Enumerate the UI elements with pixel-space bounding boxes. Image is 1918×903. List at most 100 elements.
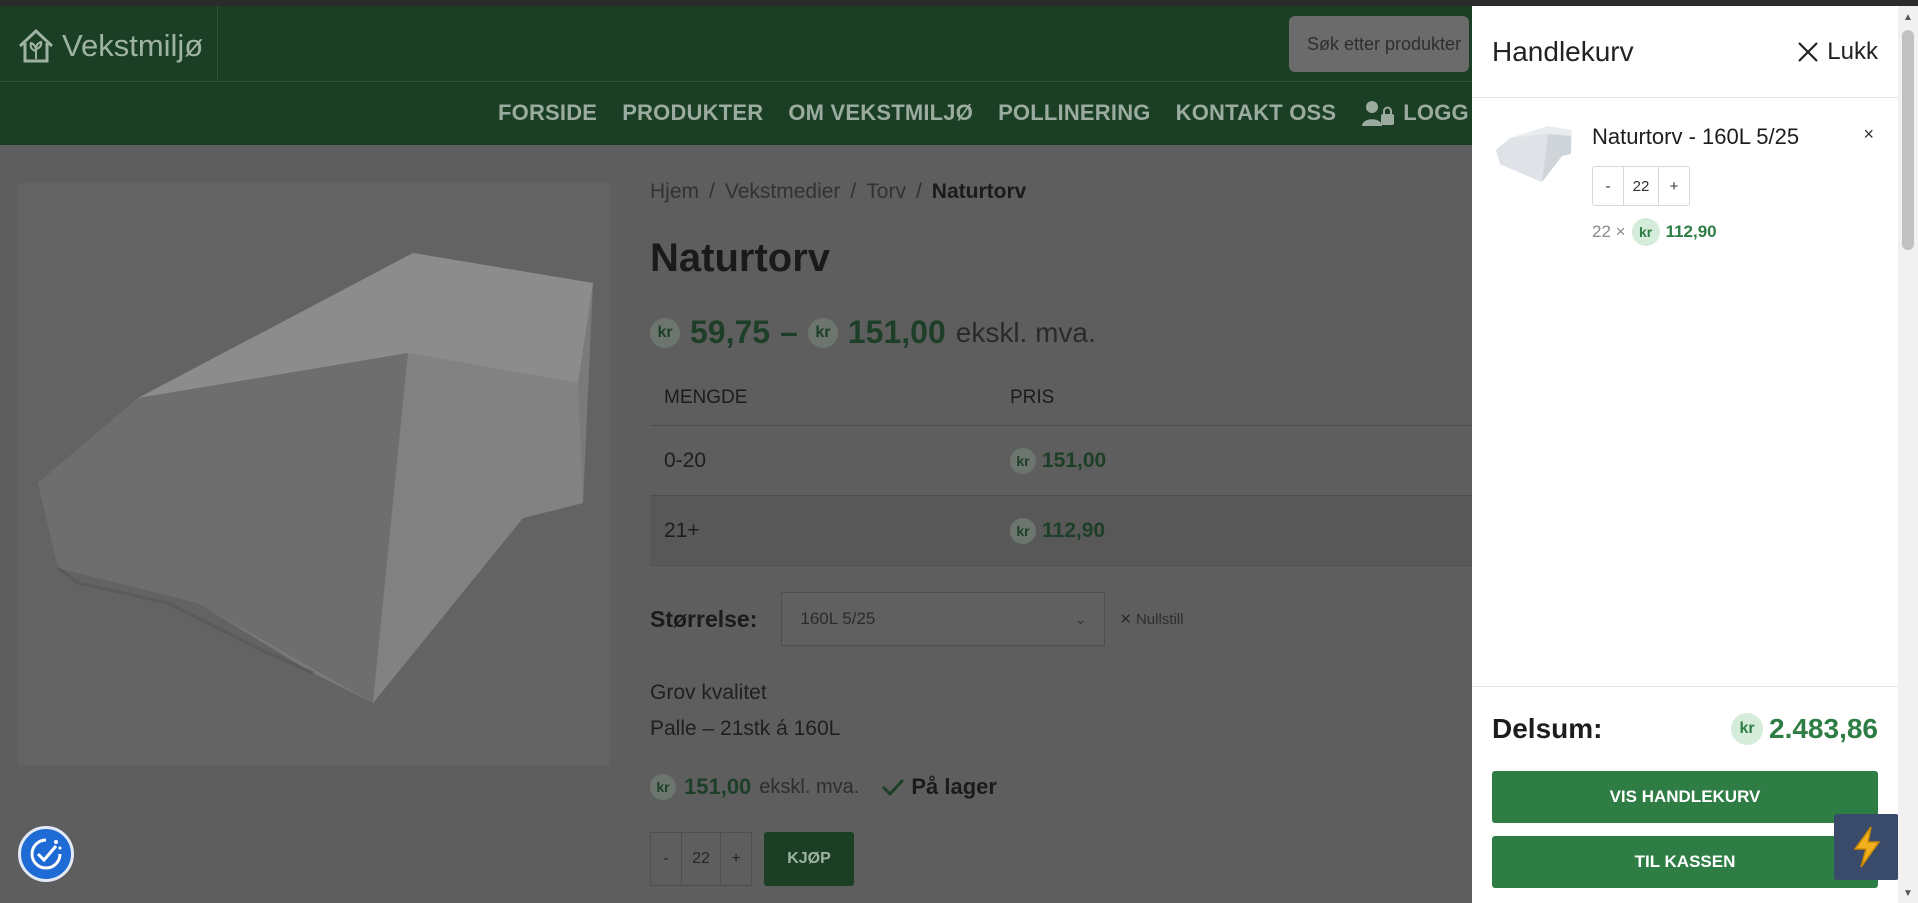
lightning-icon (1853, 826, 1880, 868)
cart-quantity-input[interactable]: 22 (1623, 167, 1659, 205)
cart-title: Handlekurv (1492, 35, 1634, 67)
site-logo[interactable]: Vekstmiljø (16, 26, 203, 66)
scroll-up-arrow-icon[interactable]: ▲ (1903, 12, 1913, 23)
table-row: 0-20 kr 151,00 (650, 426, 1472, 496)
scroll-down-arrow-icon[interactable]: ▼ (1903, 888, 1913, 899)
close-icon: ✕ (1119, 611, 1132, 628)
user-lock-icon (1362, 101, 1395, 126)
table-row: 21+ kr 112,90 (650, 496, 1472, 566)
subtotal-row: Delsum: kr 2.483,86 (1492, 713, 1878, 745)
subtotal-value: kr 2.483,86 (1731, 713, 1878, 745)
table-header: MENGDE PRIS (650, 370, 1472, 426)
nav-label: FORSIDE (498, 100, 598, 125)
currency-badge: kr (1010, 517, 1036, 544)
currency-badge: kr (1631, 218, 1660, 246)
checkmark-icon (882, 778, 905, 797)
line-qty: 22 × (1592, 222, 1626, 241)
cart-item-name[interactable]: Naturtorv - 160L 5/25 (1592, 124, 1799, 150)
cart-item: Naturtorv - 160L 5/25 × - 22 + 22 × kr 1… (1492, 120, 1878, 250)
buy-row: - 22 + KJØP (650, 832, 854, 886)
unit-price-suffix: ekskl. mva. (759, 775, 860, 798)
unit-price: 151,00 (684, 774, 752, 799)
quantity-input[interactable]: 22 (681, 833, 721, 885)
breadcrumb-separator: / (850, 180, 857, 203)
cart-quantity-stepper: - 22 + (1592, 166, 1690, 206)
reset-button[interactable]: ✕ Nullstill (1119, 610, 1184, 629)
close-cart-button[interactable]: Lukk (1797, 38, 1878, 66)
close-label: Lukk (1827, 37, 1878, 65)
currency-badge: kr (1731, 713, 1763, 745)
breadcrumb-link-hjem[interactable]: Hjem (650, 180, 699, 204)
nav-label: PRODUKTER (622, 100, 764, 125)
increment-button[interactable]: + (1659, 167, 1689, 205)
logo-text: Vekstmiljø (62, 28, 204, 63)
decrement-button[interactable]: - (1593, 167, 1623, 205)
decrement-button[interactable]: - (651, 833, 681, 885)
currency-badge: kr (807, 317, 838, 348)
unit-price-row: kr 151,00 ekskl. mva. På lager (650, 774, 997, 800)
increment-button[interactable]: + (721, 833, 751, 885)
checkout-button[interactable]: TIL KASSEN (1492, 836, 1878, 888)
tier-price-value: 112,90 (1042, 518, 1106, 542)
size-label: Størrelse: (650, 605, 758, 632)
page-scrollbar[interactable]: ▲ ▼ (1898, 6, 1918, 903)
cart-header: Handlekurv Lukk (1472, 6, 1898, 98)
currency-badge: kr (650, 774, 676, 800)
search-input[interactable]: Søk etter produkter (1289, 16, 1469, 72)
nav-label: KONTAKT OSS (1175, 100, 1337, 125)
currency-badge: kr (650, 317, 680, 348)
remove-item-button[interactable]: × (1863, 124, 1874, 145)
breadcrumb-link-torv[interactable]: Torv (866, 180, 906, 204)
line-amount: 112,90 (1665, 222, 1717, 241)
tier-qty: 0-20 (664, 448, 707, 472)
peat-bale-image (38, 253, 593, 703)
reset-label: Nullstill (1135, 610, 1184, 628)
stock-label: På lager (911, 774, 997, 799)
scrollbar-thumb[interactable] (1902, 30, 1914, 250)
accessibility-button[interactable] (18, 826, 74, 882)
product-image[interactable] (18, 183, 610, 765)
nav-label: OM VEKSTMILJØ (788, 100, 974, 125)
tier-qty: 21+ (664, 518, 700, 542)
divider (217, 6, 218, 81)
column-header-pris: PRIS (1010, 386, 1055, 408)
price-high: 151,00 (847, 314, 946, 350)
column-header-mengde: MENGDE (664, 386, 748, 408)
price-range: kr 59,75 – kr 151,00 ekskl. mva. (650, 314, 1096, 351)
breadcrumb: Hjem / Vekstmedier / Torv / Naturtorv (650, 180, 1026, 204)
nav-item-produkter[interactable]: PRODUKTER (622, 99, 763, 127)
currency-badge: kr (1010, 447, 1036, 474)
size-select[interactable]: 160L 5/25 ⌄ (781, 592, 1106, 646)
nav-item-pollinering[interactable]: POLLINERING (998, 99, 1151, 127)
nav-item-om-vekstmiljo[interactable]: OM VEKSTMILJØ (788, 99, 973, 127)
view-cart-button[interactable]: VIS HANDLEKURV (1492, 771, 1878, 823)
breadcrumb-current: Naturtorv (931, 180, 1027, 203)
lightning-widget-button[interactable] (1834, 814, 1899, 880)
description-line: Grov kvalitet (650, 681, 767, 704)
cart-line-price: 22 × kr 112,90 (1592, 218, 1717, 246)
close-icon (1798, 41, 1819, 62)
cart-drawer: Handlekurv Lukk Naturtorv - 160L 5/25 × … (1472, 6, 1898, 903)
stock-status: På lager (881, 774, 997, 800)
accessibility-icon (30, 838, 62, 870)
cart-item-thumbnail[interactable] (1492, 120, 1574, 192)
breadcrumb-link-vekstmedier[interactable]: Vekstmedier (725, 180, 841, 204)
subtotal-amount: 2.483,86 (1769, 713, 1878, 744)
nav-item-kontakt-oss[interactable]: KONTAKT OSS (1176, 99, 1337, 127)
nav-label: POLLINERING (998, 100, 1151, 125)
size-selected-value: 160L 5/25 (800, 609, 876, 628)
nav-item-forside[interactable]: FORSIDE (498, 99, 597, 127)
subtotal-label: Delsum: (1492, 713, 1603, 744)
product-title: Naturtorv (650, 236, 831, 280)
house-leaf-icon (18, 28, 54, 63)
description-line: Palle – 21stk á 160L (650, 717, 841, 740)
main-nav: FORSIDE PRODUKTER OM VEKSTMILJØ POLLINER… (498, 99, 1514, 127)
size-selector-row: Størrelse: 160L 5/25 ⌄ ✕ Nullstill (650, 592, 1183, 646)
price-suffix: ekskl. mva. (955, 316, 1096, 348)
breadcrumb-separator: / (915, 180, 922, 203)
tier-price: kr 112,90 (1010, 517, 1106, 544)
buy-button[interactable]: KJØP (764, 832, 854, 886)
tier-price-table: MENGDE PRIS 0-20 kr 151,00 21+ kr 112,90 (650, 370, 1472, 566)
tier-price: kr 151,00 (1010, 447, 1106, 474)
product-description: Grov kvalitet Palle – 21stk á 160L (650, 675, 840, 747)
